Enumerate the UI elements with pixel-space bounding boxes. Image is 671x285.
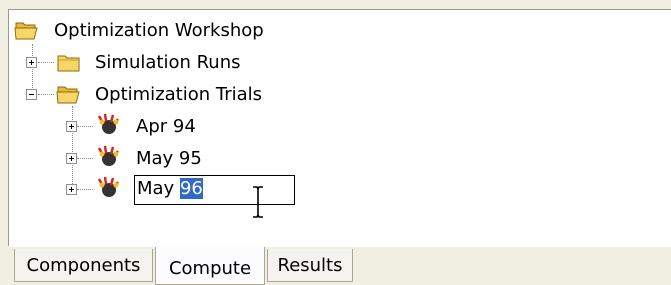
expand-plus-icon[interactable] — [66, 184, 77, 195]
expand-plus-icon[interactable] — [66, 153, 77, 164]
rename-input-text: May 96 — [137, 178, 203, 199]
collapse-minus-icon[interactable] — [26, 89, 37, 100]
tree-node-label: Simulation Runs — [95, 52, 241, 73]
tab-label: Compute — [168, 258, 252, 279]
tree-node-simulation-runs[interactable]: Simulation Runs — [26, 51, 286, 75]
folder-open-icon — [14, 22, 38, 40]
tree-node-may-95[interactable]: May 95 — [66, 145, 216, 171]
tree-node-label: Apr 94 — [136, 116, 196, 137]
tree-node-label: Optimization Workshop — [54, 20, 264, 41]
tree-node-root[interactable]: Optimization Workshop — [14, 19, 284, 43]
folder-open-icon — [56, 86, 80, 104]
tab-components[interactable]: Components — [14, 249, 153, 282]
expand-plus-icon[interactable] — [26, 57, 37, 68]
tree-node-label: May 95 — [136, 148, 202, 169]
expand-plus-icon[interactable] — [66, 121, 77, 132]
tree-node-may-96[interactable] — [66, 176, 136, 202]
folder-closed-icon — [57, 55, 80, 72]
tab-bar: Components Compute Results — [0, 247, 671, 285]
tree-node-label: Optimization Trials — [95, 84, 263, 105]
tab-label: Results — [277, 255, 343, 276]
text-cursor-icon — [253, 186, 263, 218]
tree-node-apr-94[interactable]: Apr 94 — [66, 113, 216, 139]
tab-label: Components — [26, 255, 141, 276]
trial-icon — [97, 145, 119, 166]
trial-icon — [97, 176, 119, 197]
trial-icon — [97, 113, 119, 134]
tree-node-optimization-trials[interactable]: Optimization Trials — [26, 83, 306, 107]
rename-input[interactable]: May 96 — [134, 175, 295, 205]
tab-results[interactable]: Results — [267, 249, 353, 282]
rename-input-prefix: May — [137, 178, 180, 199]
tab-compute[interactable]: Compute — [155, 247, 265, 285]
rename-input-selection: 96 — [179, 178, 203, 199]
